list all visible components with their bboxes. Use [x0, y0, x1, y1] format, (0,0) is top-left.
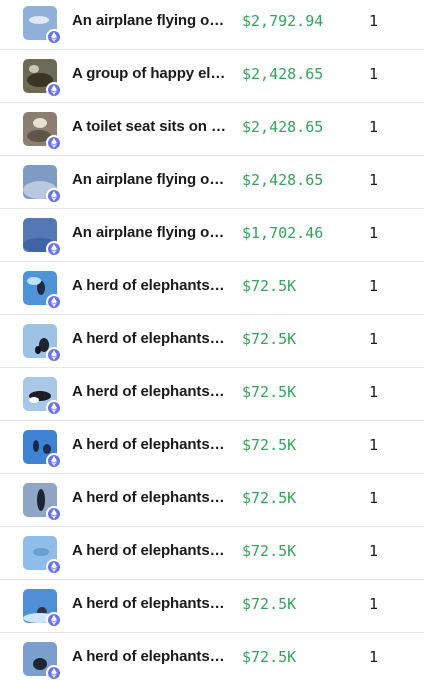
item-name[interactable]: A herd of elephants walking [72, 489, 226, 506]
item-name[interactable]: A herd of elephants walking [72, 595, 226, 612]
item-price: $72.5K [242, 277, 297, 295]
item-price: $2,428.65 [242, 171, 324, 189]
list-item[interactable]: A herd of elephants walking $72.5K 1 [0, 369, 424, 421]
list-item[interactable]: A herd of elephants walking $72.5K 1 [0, 634, 424, 680]
list-item[interactable]: A herd of elephants walking $72.5K 1 [0, 581, 424, 633]
item-list: An airplane flying over the ocean $2,792.… [0, 0, 424, 680]
item-name[interactable]: A herd of elephants walking [72, 436, 226, 453]
ethereum-icon [46, 135, 62, 151]
item-quantity: 1 [369, 65, 379, 83]
item-quantity: 1 [369, 330, 379, 348]
item-quantity: 1 [369, 277, 379, 295]
item-price: $72.5K [242, 595, 297, 613]
item-price: $2,428.65 [242, 118, 324, 136]
list-item[interactable]: A toilet seat sits on the floor $2,428.65… [0, 104, 424, 156]
item-quantity: 1 [369, 118, 379, 136]
ethereum-icon [46, 347, 62, 363]
item-name[interactable]: A herd of elephants walking [72, 542, 226, 559]
item-name[interactable]: A herd of elephants walking [72, 277, 226, 294]
list-item[interactable]: A herd of elephants walking $72.5K 1 [0, 316, 424, 368]
ethereum-icon [46, 294, 62, 310]
list-item[interactable]: An airplane flying over the ocean $1,702.… [0, 210, 424, 262]
item-quantity: 1 [369, 171, 379, 189]
item-price: $72.5K [242, 648, 297, 666]
item-price: $72.5K [242, 489, 297, 507]
item-quantity: 1 [369, 542, 379, 560]
item-price: $72.5K [242, 436, 297, 454]
item-price: $72.5K [242, 330, 297, 348]
ethereum-icon [46, 82, 62, 98]
item-name[interactable]: A toilet seat sits on the floor [72, 118, 226, 135]
item-quantity: 1 [369, 489, 379, 507]
item-price: $1,702.46 [242, 224, 324, 242]
list-item[interactable]: A herd of elephants walking $72.5K 1 [0, 263, 424, 315]
ethereum-icon [46, 453, 62, 469]
item-quantity: 1 [369, 12, 379, 30]
ethereum-icon [46, 400, 62, 416]
ethereum-icon [46, 188, 62, 204]
item-quantity: 1 [369, 648, 379, 666]
item-quantity: 1 [369, 383, 379, 401]
ethereum-icon [46, 559, 62, 575]
item-name[interactable]: An airplane flying over the ocean [72, 12, 226, 29]
ethereum-icon [46, 241, 62, 257]
item-price: $2,792.94 [242, 12, 324, 30]
list-item[interactable]: A herd of elephants walking $72.5K 1 [0, 422, 424, 474]
list-item[interactable]: An airplane flying over the ocean $2,792.… [0, 0, 424, 50]
item-name[interactable]: An airplane flying over the ocean [72, 171, 226, 188]
ethereum-icon [46, 506, 62, 522]
list-item[interactable]: A group of happy elephants $2,428.65 1 [0, 51, 424, 103]
item-price: $72.5K [242, 383, 297, 401]
list-item[interactable]: A herd of elephants walking $72.5K 1 [0, 475, 424, 527]
ethereum-icon [46, 665, 62, 680]
list-item[interactable]: An airplane flying over the ocean $2,428.… [0, 157, 424, 209]
item-name[interactable]: A herd of elephants walking [72, 648, 226, 665]
item-quantity: 1 [369, 436, 379, 454]
item-quantity: 1 [369, 595, 379, 613]
ethereum-icon [46, 29, 62, 45]
item-name[interactable]: A herd of elephants walking [72, 383, 226, 400]
item-name[interactable]: A group of happy elephants [72, 65, 226, 82]
item-price: $72.5K [242, 542, 297, 560]
item-name[interactable]: An airplane flying over the ocean [72, 224, 226, 241]
ethereum-icon [46, 612, 62, 628]
item-quantity: 1 [369, 224, 379, 242]
list-item[interactable]: A herd of elephants walking $72.5K 1 [0, 528, 424, 580]
item-price: $2,428.65 [242, 65, 324, 83]
item-name[interactable]: A herd of elephants walking [72, 330, 226, 347]
